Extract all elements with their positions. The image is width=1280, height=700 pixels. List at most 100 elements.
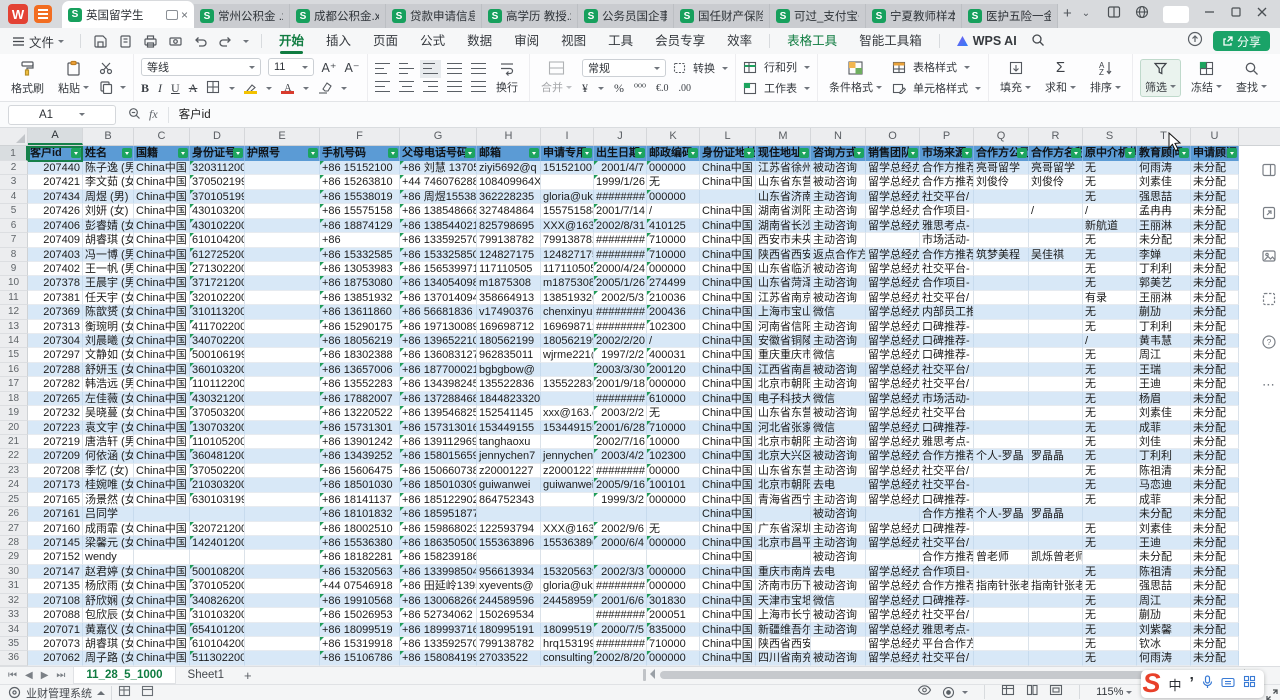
- cell[interactable]: +86 1340540988: [400, 276, 477, 290]
- cell[interactable]: 王瑞: [1137, 363, 1191, 377]
- column-header-O[interactable]: O: [866, 128, 920, 145]
- column-header-G[interactable]: G: [400, 128, 477, 145]
- cell[interactable]: 未分配: [1191, 565, 1239, 579]
- new-tab-button[interactable]: +: [1063, 0, 1072, 28]
- tab-smart-toolbox[interactable]: 智能工具箱: [848, 28, 933, 54]
- cell[interactable]: 去电: [811, 478, 866, 492]
- status-layout-icon[interactable]: [141, 685, 154, 700]
- cell[interactable]: [245, 377, 320, 391]
- cell[interactable]: China中国: [700, 377, 756, 391]
- cell[interactable]: 陈歆赟 (女: [83, 305, 134, 319]
- cell[interactable]: 430103200107142529: [190, 204, 245, 218]
- cell[interactable]: 社交平台/: [920, 377, 974, 391]
- cell[interactable]: 留学总经办: [866, 262, 920, 276]
- table-header-cell[interactable]: 姓名: [83, 146, 134, 161]
- cell[interactable]: 重庆市南岸: [756, 565, 811, 579]
- cell[interactable]: 无: [1083, 536, 1137, 550]
- cell[interactable]: [1029, 406, 1083, 420]
- cell[interactable]: 155363896: [477, 536, 541, 550]
- cell[interactable]: 未分配: [1191, 464, 1239, 478]
- row-header[interactable]: 32: [0, 594, 28, 608]
- cell[interactable]: +86 1343982452: [400, 377, 477, 391]
- sort-button[interactable]: AZ 排序: [1086, 59, 1125, 96]
- cell[interactable]: China中国: [700, 464, 756, 478]
- cell[interactable]: +86 13220522: [320, 406, 400, 420]
- cell[interactable]: 留学总经办: [866, 334, 920, 348]
- document-tab[interactable]: S医护五险一金.xlsx: [962, 4, 1058, 28]
- cell[interactable]: 358664913: [477, 291, 541, 305]
- cell[interactable]: z20001227: [541, 464, 594, 478]
- cell[interactable]: gloria@uk: [541, 579, 594, 593]
- cell[interactable]: China中国: [134, 623, 190, 637]
- cell[interactable]: 430102200208315525: [190, 219, 245, 233]
- wps-ai-button[interactable]: WPS AI: [946, 34, 1027, 48]
- cell[interactable]: [1029, 262, 1083, 276]
- cell[interactable]: [974, 493, 1029, 507]
- cell[interactable]: 799138782: [541, 233, 594, 247]
- cell[interactable]: 2000/4/24: [594, 262, 647, 276]
- cell[interactable]: [1029, 522, 1083, 536]
- cell[interactable]: +86 13854866895: [400, 204, 477, 218]
- cell[interactable]: 何雨涛: [1137, 161, 1191, 175]
- cell[interactable]: 207406: [28, 219, 83, 233]
- row-header[interactable]: 20: [0, 421, 28, 435]
- cell[interactable]: 610000: [647, 392, 700, 406]
- cell[interactable]: 社交平台/: [920, 651, 974, 665]
- cell[interactable]: 青海省西宁: [756, 493, 811, 507]
- cell[interactable]: XXX@163.: [541, 219, 594, 233]
- cell[interactable]: [1029, 276, 1083, 290]
- cell[interactable]: 未分配: [1137, 233, 1191, 247]
- cell[interactable]: 任天宇 (女: [83, 291, 134, 305]
- cell[interactable]: 未分配: [1191, 579, 1239, 593]
- cell[interactable]: 丁利利: [1137, 320, 1191, 334]
- cell[interactable]: China中国: [700, 175, 756, 189]
- cell[interactable]: ########: [594, 320, 647, 334]
- cell[interactable]: +86 15026953: [320, 608, 400, 622]
- cell[interactable]: 周煜 (男): [83, 190, 134, 204]
- cell[interactable]: [1029, 363, 1083, 377]
- cell[interactable]: China中国: [134, 233, 190, 247]
- upload-cloud-icon[interactable]: [1187, 31, 1203, 52]
- cell[interactable]: [1083, 507, 1137, 521]
- cell[interactable]: ########: [594, 305, 647, 319]
- cell[interactable]: 102300: [647, 449, 700, 463]
- cell[interactable]: [190, 550, 245, 564]
- cell[interactable]: 630103199903020823: [190, 493, 245, 507]
- eye-icon[interactable]: [917, 683, 932, 700]
- cell[interactable]: 207282: [28, 377, 83, 391]
- cell[interactable]: China中国: [134, 190, 190, 204]
- cell[interactable]: 00000: [647, 464, 700, 478]
- row-header[interactable]: 22: [0, 449, 28, 463]
- cell[interactable]: 口碑推荐-: [920, 421, 974, 435]
- highlight-color-button[interactable]: [244, 83, 257, 94]
- cell[interactable]: +86 13611860: [320, 305, 400, 319]
- next-sheet-icon[interactable]: ▶: [41, 670, 49, 681]
- cell[interactable]: 2002/8/31: [594, 219, 647, 233]
- document-tab[interactable]: S公务员国企事业单位: [578, 4, 674, 28]
- cell[interactable]: 207208: [28, 464, 83, 478]
- cell[interactable]: 王晨宇 (男: [83, 276, 134, 290]
- cell[interactable]: +86 18182281: [320, 550, 400, 564]
- filter-dropdown-button[interactable]: [71, 148, 81, 158]
- cell[interactable]: 彭睿婧 (女: [83, 219, 134, 233]
- cell[interactable]: 370502199901260083: [190, 175, 245, 189]
- cell[interactable]: 未分配: [1191, 435, 1239, 449]
- cell[interactable]: China中国: [134, 478, 190, 492]
- cell[interactable]: +86 15152100: [320, 161, 400, 175]
- cell[interactable]: 亮哥留学: [974, 161, 1029, 175]
- cell[interactable]: 274499: [647, 276, 700, 290]
- cell[interactable]: [974, 363, 1029, 377]
- ribbon-tab-7[interactable]: 视图: [550, 28, 597, 54]
- cell[interactable]: [541, 507, 594, 521]
- filter-dropdown-button[interactable]: [854, 148, 864, 158]
- cell[interactable]: 100101: [647, 478, 700, 492]
- cell[interactable]: [974, 190, 1029, 204]
- filter-dropdown-button[interactable]: [1179, 148, 1189, 158]
- row-header[interactable]: 28: [0, 536, 28, 550]
- cell[interactable]: +86 15536380: [320, 536, 400, 550]
- cell[interactable]: +86 13439252: [320, 449, 400, 463]
- table-header-cell[interactable]: 合作方名称: [1029, 146, 1083, 161]
- row-header[interactable]: 7: [0, 233, 28, 247]
- cell[interactable]: 207304: [28, 334, 83, 348]
- cell[interactable]: 周江: [1137, 348, 1191, 362]
